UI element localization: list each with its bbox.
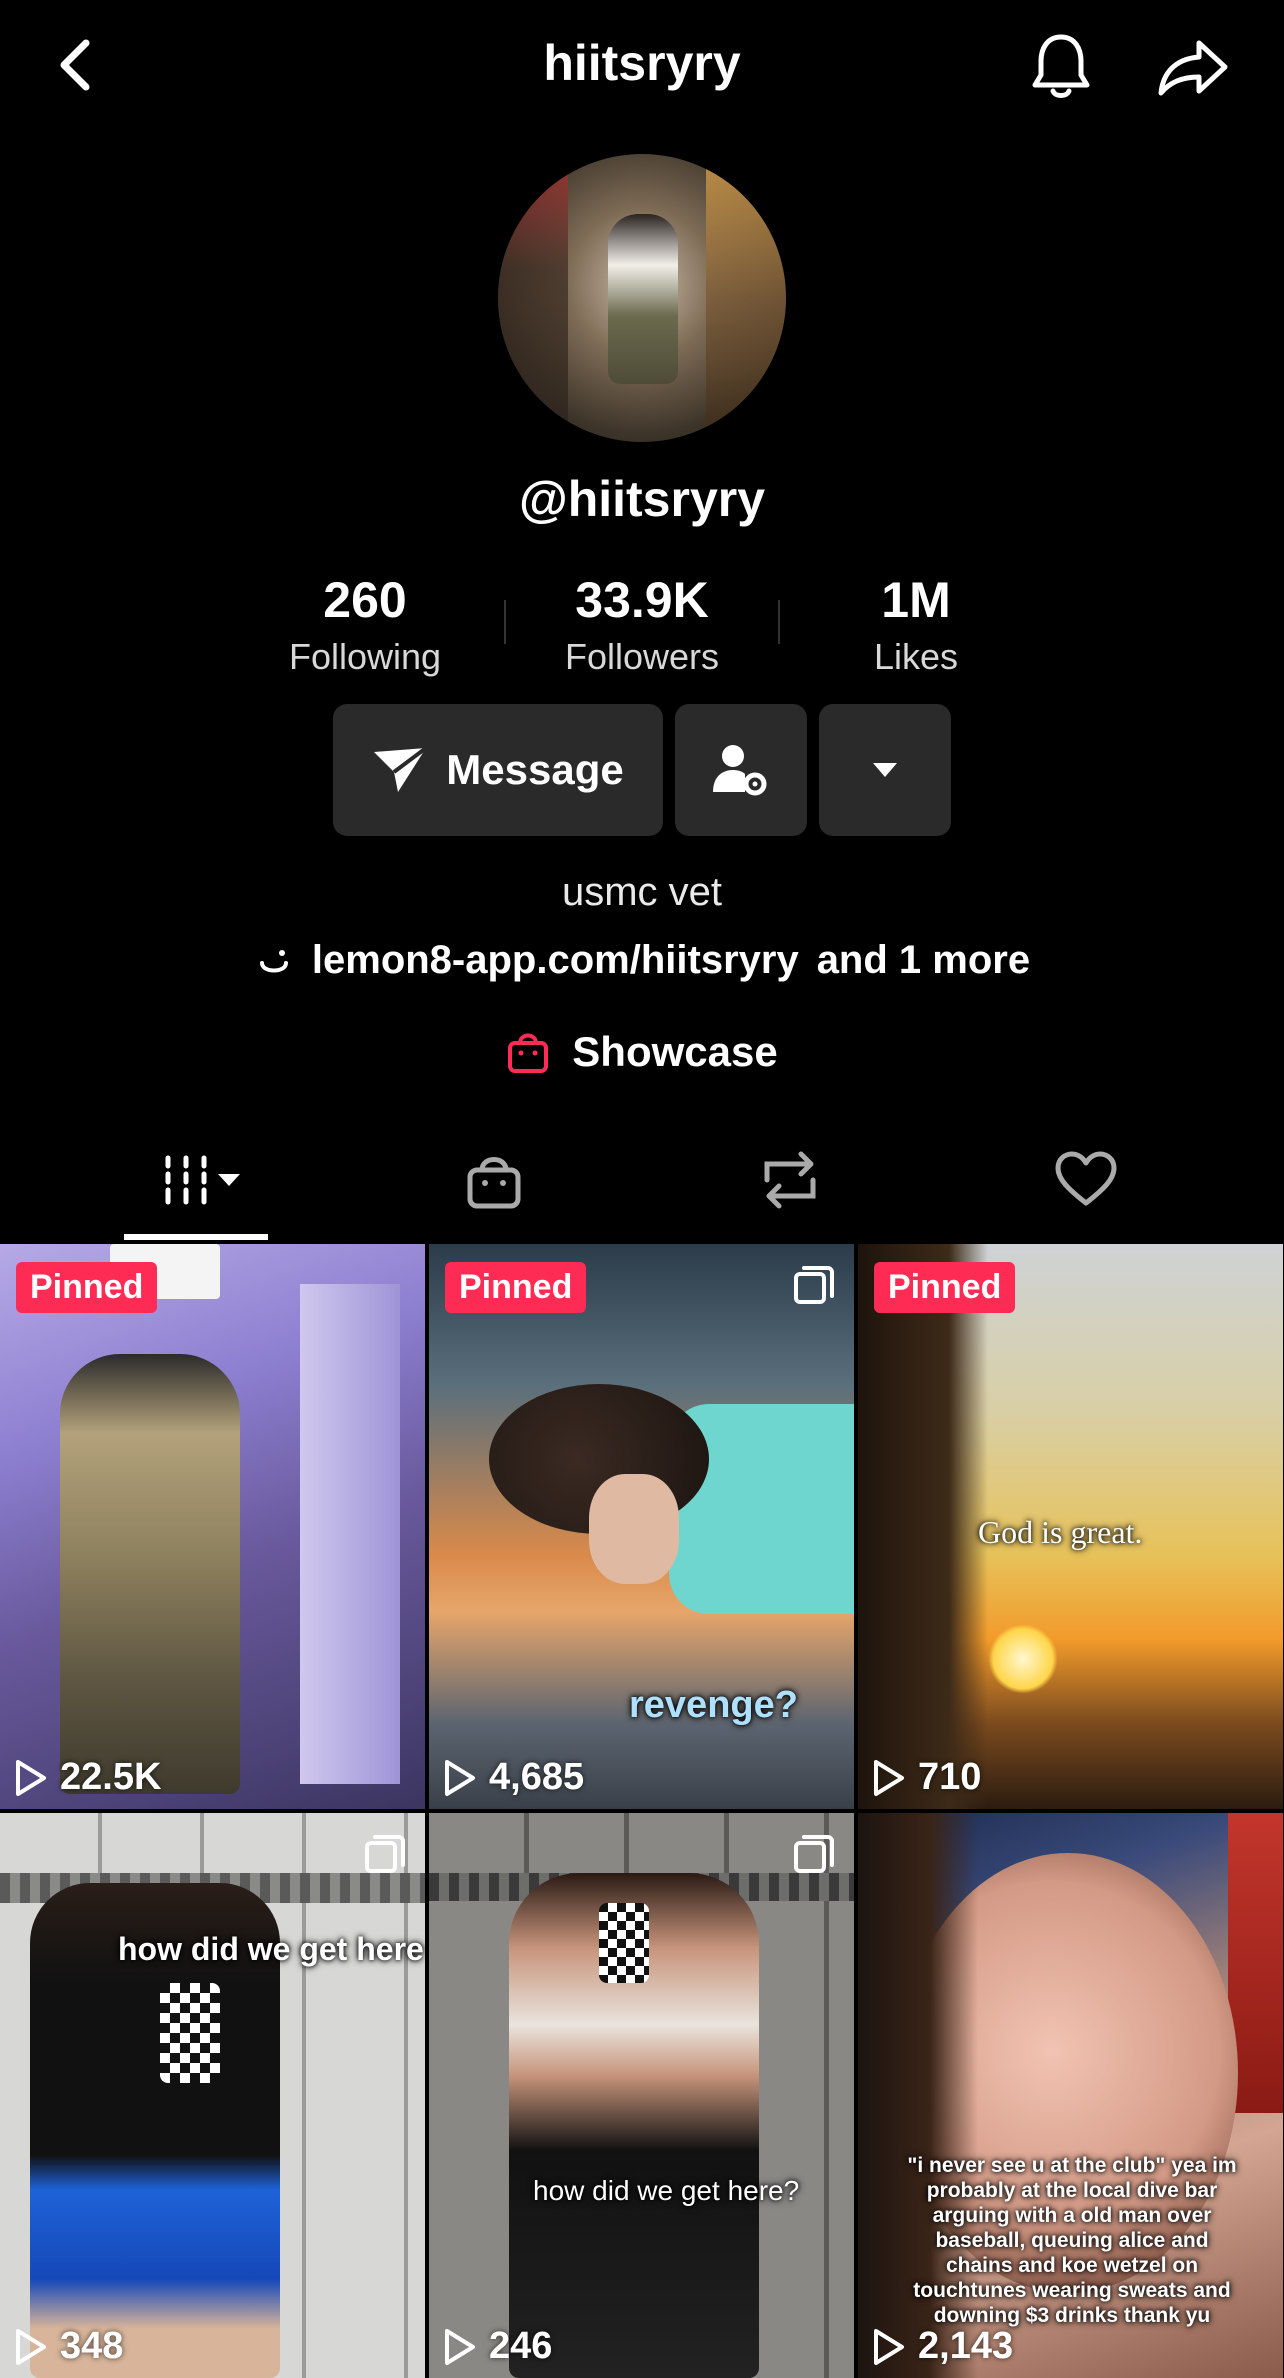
trees-silhouette <box>858 1244 988 1809</box>
likes-label: Likes <box>873 636 959 677</box>
send-icon <box>374 746 428 792</box>
lemon8-icon <box>259 949 288 972</box>
play-icon <box>874 1759 904 1796</box>
followers-count: 33.9K <box>575 572 709 628</box>
following-count: 260 <box>323 572 407 628</box>
view-count: 4,685 <box>443 1756 584 1799</box>
friend-settings-button[interactable] <box>675 704 807 836</box>
shopping-bag-icon <box>467 1157 521 1209</box>
door-frame <box>300 1284 400 1784</box>
video-thumbnail[interactable]: Pinned revenge? 4,685 <box>429 1244 854 1809</box>
tab-liked[interactable] <box>1006 1130 1166 1230</box>
showcase-label: Showcase <box>572 1028 778 1075</box>
grid-videos-icon <box>165 1155 240 1205</box>
heart-icon <box>1055 1151 1117 1206</box>
share-icon <box>1158 40 1228 96</box>
play-icon <box>874 2328 904 2365</box>
pinned-badge: Pinned <box>874 1262 1016 1313</box>
stat-likes[interactable]: 1M Likes <box>796 570 1036 682</box>
video-caption: "i never see u at the club" yea im proba… <box>907 2154 1237 2327</box>
tab-reposts[interactable] <box>710 1130 870 1230</box>
video-caption: God is great. <box>978 1514 1143 1550</box>
avatar[interactable] <box>498 154 786 442</box>
pinned-badge: Pinned <box>445 1262 587 1313</box>
following-label: Following <box>288 636 442 677</box>
view-count: 22.5K <box>14 1756 161 1799</box>
view-count: 710 <box>872 1756 981 1799</box>
message-button[interactable]: Message <box>333 704 663 836</box>
stat-following[interactable]: 260 Following <box>245 570 485 682</box>
likes-count: 1M <box>881 572 951 628</box>
profile-link-url: lemon8-app.com/hiitsryry <box>311 938 799 982</box>
bell-icon <box>1032 34 1090 98</box>
checkered-phone <box>599 1903 649 1983</box>
message-button-label: Message <box>446 746 624 793</box>
play-icon <box>445 2328 475 2365</box>
checkered-phone <box>160 1983 220 2083</box>
profile-handle: @hiitsryry <box>518 471 766 527</box>
photo-carousel-icon <box>794 1266 834 1304</box>
tab-shop[interactable] <box>414 1130 574 1230</box>
video-thumbnail[interactable]: "i never see u at the club" yea im proba… <box>858 1813 1283 2378</box>
share-button[interactable] <box>1150 26 1236 108</box>
followers-label: Followers <box>564 636 720 677</box>
profile-bio: usmc vet <box>561 870 723 914</box>
person-gear-icon <box>713 745 767 796</box>
showcase-link[interactable]: Showcase <box>0 1028 1284 1076</box>
avatar-person <box>608 214 678 384</box>
avatar-bg-left <box>498 154 568 442</box>
stat-divider <box>778 600 780 644</box>
caret-down-icon <box>873 763 897 777</box>
active-tab-indicator <box>124 1234 268 1240</box>
pinned-badge: Pinned <box>16 1262 158 1313</box>
face <box>589 1474 679 1584</box>
repost-icon <box>764 1151 816 1209</box>
view-count: 246 <box>443 2325 552 2368</box>
profile-link-more: and 1 more <box>816 938 1031 982</box>
play-icon <box>16 2328 46 2365</box>
view-count: 2,143 <box>872 2325 1013 2368</box>
photo-carousel-icon <box>365 1835 405 1873</box>
video-caption: how did we get here? <box>533 2175 800 2206</box>
profile-tabs <box>0 1130 1284 1240</box>
stat-divider <box>504 600 506 644</box>
tab-videos[interactable] <box>118 1130 278 1230</box>
play-icon <box>445 1759 475 1796</box>
photo-carousel-icon <box>794 1835 834 1873</box>
view-count: 348 <box>14 2325 123 2368</box>
shopping-bag-icon <box>508 1033 549 1073</box>
more-dropdown-button[interactable] <box>819 704 951 836</box>
profile-link[interactable]: lemon8-app.com/hiitsryry and 1 more <box>0 938 1284 983</box>
video-caption: revenge? <box>629 1684 798 1726</box>
sun <box>988 1624 1058 1694</box>
notifications-button[interactable] <box>1020 26 1102 108</box>
stat-followers[interactable]: 33.9K Followers <box>522 570 762 682</box>
play-icon <box>16 1759 46 1796</box>
video-caption: how did we get here <box>118 1931 424 1967</box>
soldier-figure <box>60 1354 240 1794</box>
video-thumbnail[interactable]: how did we get here? 246 <box>429 1813 854 2378</box>
video-thumbnail[interactable]: how did we get here 348 <box>0 1813 425 2378</box>
avatar-bg-right <box>706 154 786 442</box>
video-thumbnail[interactable]: Pinned God is great. 710 <box>858 1244 1283 1809</box>
video-thumbnail[interactable]: Pinned 22.5K <box>0 1244 425 1809</box>
